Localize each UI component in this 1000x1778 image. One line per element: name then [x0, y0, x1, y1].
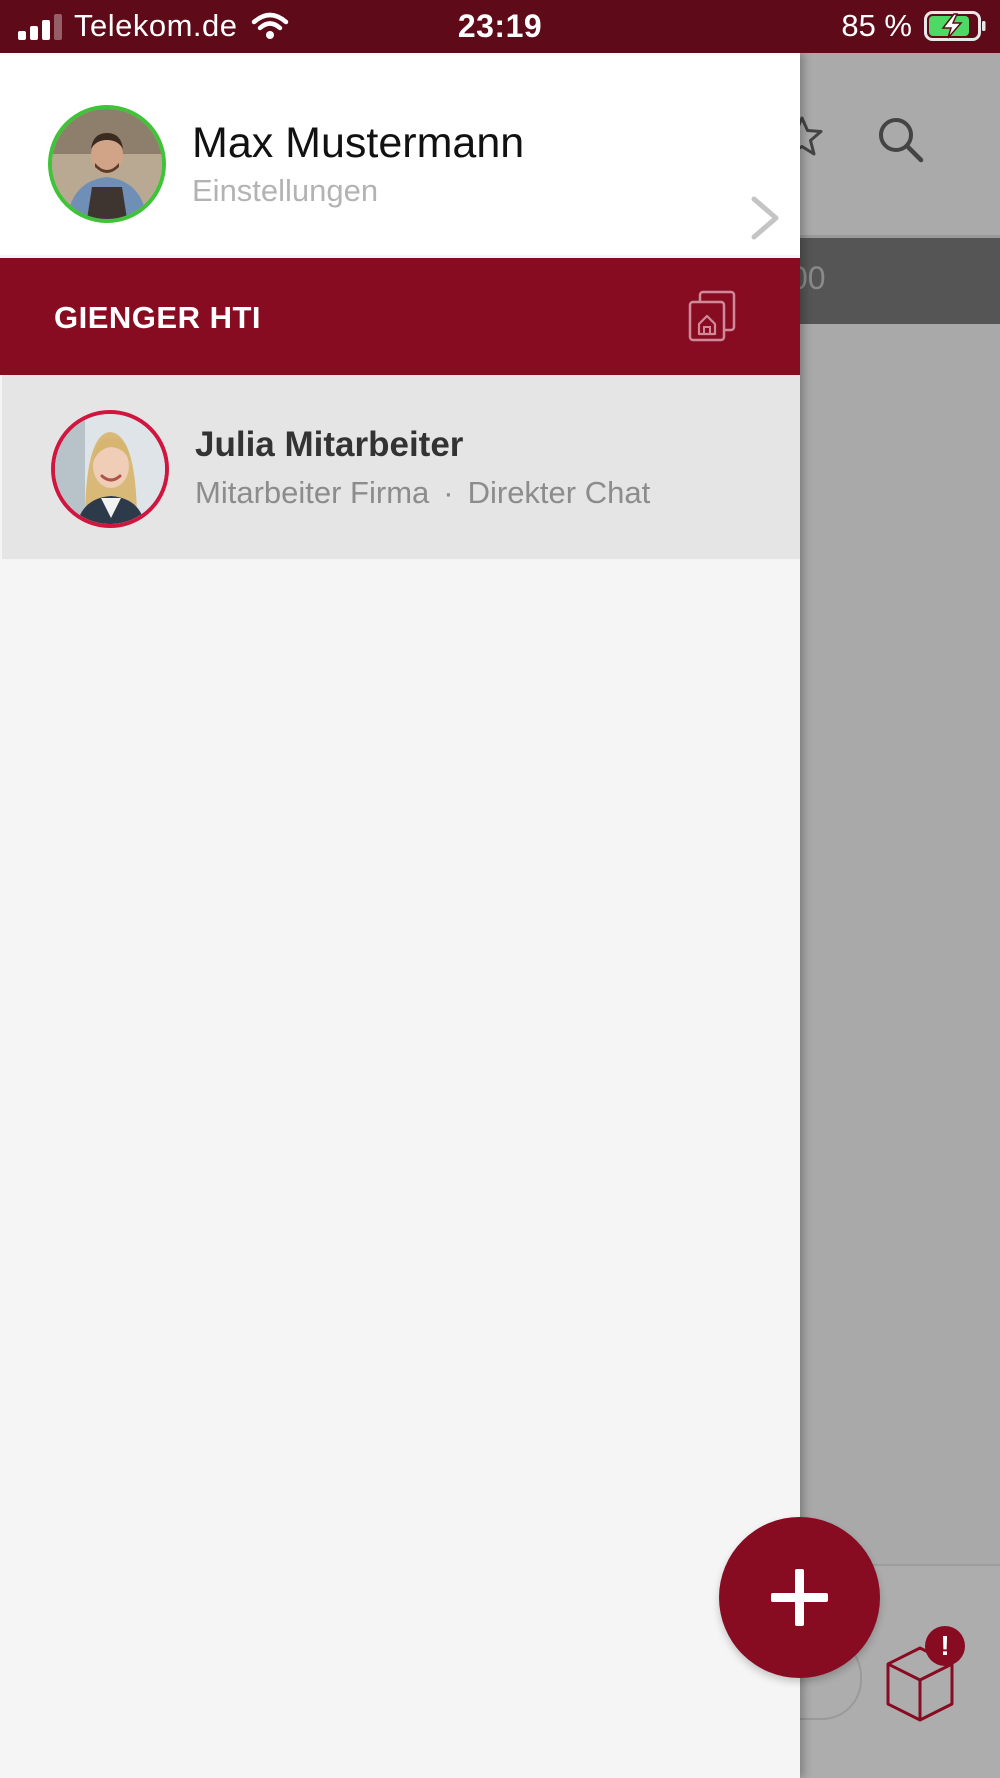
battery-charging-icon: [924, 11, 986, 41]
separator-dot: ·: [443, 475, 454, 510]
company-switch-icon[interactable]: [688, 290, 736, 342]
chevron-right-icon[interactable]: [748, 193, 782, 243]
avatar-photo: [55, 414, 165, 524]
settings-link[interactable]: Einstellungen: [192, 173, 378, 209]
chat-type: Direkter Chat: [467, 475, 651, 510]
notification-badge: !: [925, 1626, 965, 1666]
plus-icon: [771, 1569, 828, 1626]
chat-name: Julia Mitarbeiter: [195, 425, 464, 464]
profile-name: Max Mustermann: [192, 119, 525, 167]
add-button[interactable]: [719, 1517, 880, 1678]
chat-subtitle: Mitarbeiter Firma · Direkter Chat: [195, 475, 650, 511]
list-item[interactable]: Julia Mitarbeiter Mitarbeiter Firma · Dire…: [2, 375, 800, 559]
chat-role: Mitarbeiter Firma: [195, 475, 430, 510]
search-icon[interactable]: [876, 115, 926, 165]
navigation-drawer: Max Mustermann Einstellungen GIENGER HTI: [0, 53, 800, 1778]
battery-percent: 85 %: [841, 8, 912, 43]
company-name: GIENGER HTI: [54, 300, 262, 335]
status-right: 85 %: [841, 8, 986, 44]
avatar: [51, 410, 169, 528]
avatar-photo: [52, 109, 162, 219]
status-bar: Telekom.de 23:19 85 %: [0, 0, 1000, 53]
company-header: GIENGER HTI: [0, 258, 800, 375]
avatar[interactable]: [48, 105, 166, 223]
profile-header[interactable]: Max Mustermann Einstellungen: [0, 53, 800, 255]
